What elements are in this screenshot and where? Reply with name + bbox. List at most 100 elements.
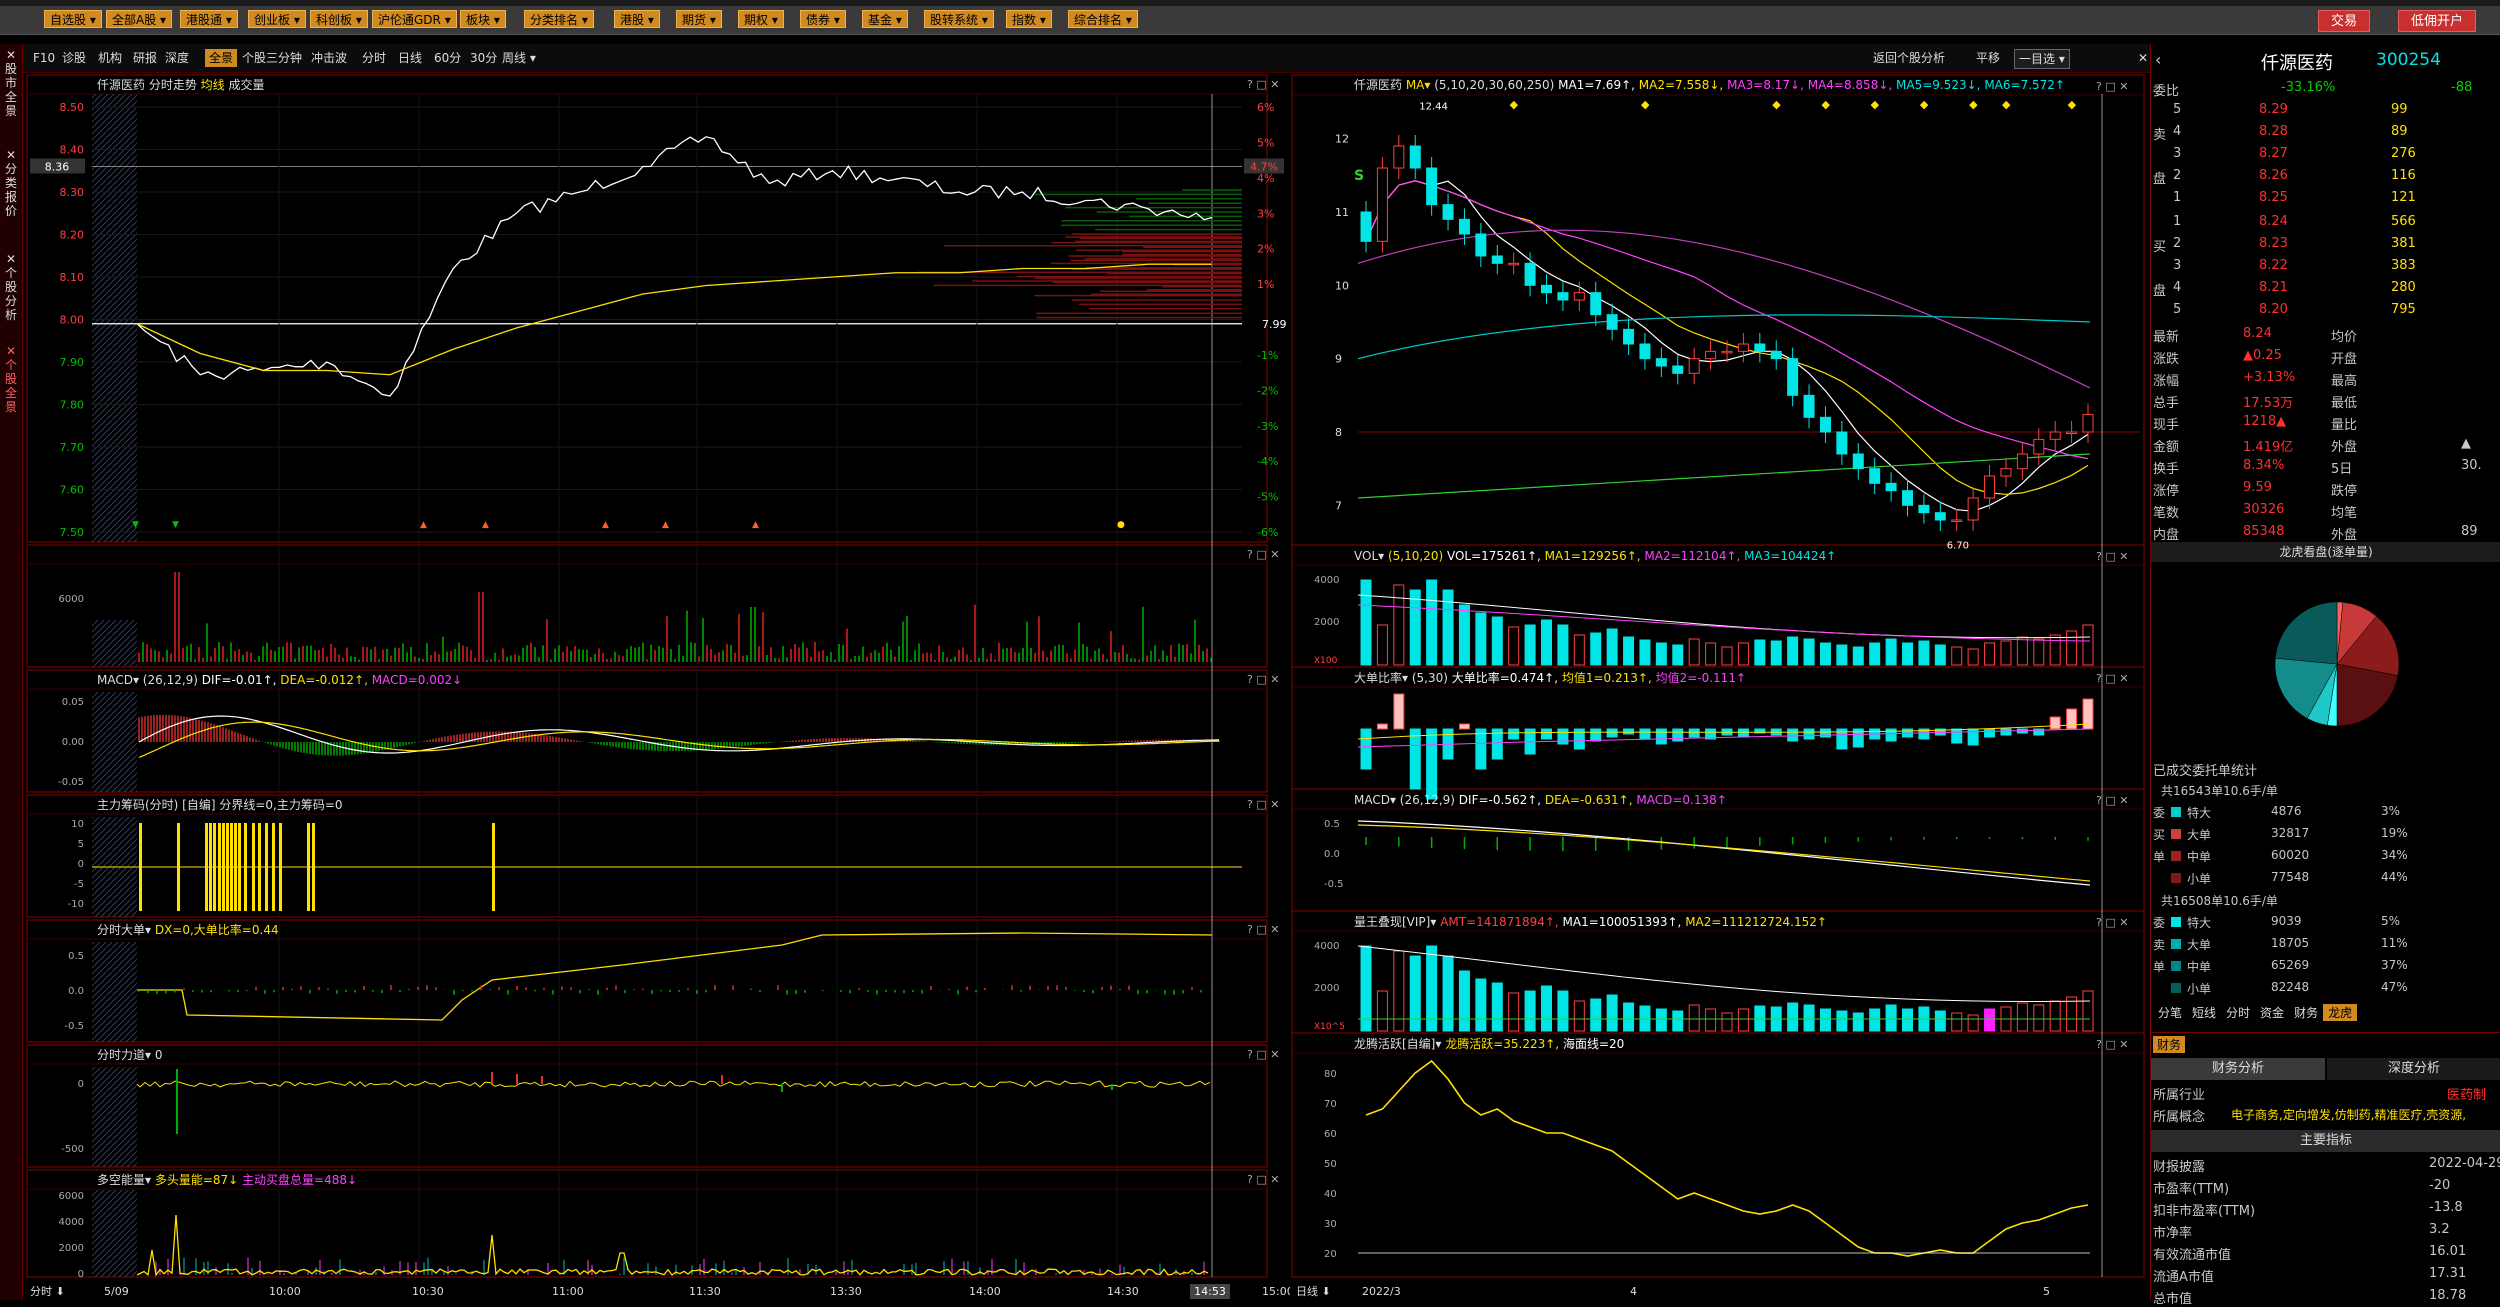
price-tick: 8.20 [60,229,85,242]
menu-button[interactable]: 指数 ▾ [1006,10,1052,28]
fin-label: 扣非市盈率(TTM) [2153,1204,2256,1219]
diamond-marker: ◆ [1969,98,1978,111]
quote-value: 1.419亿 [2243,440,2294,455]
panel-controls: ? □ ✕ [2096,550,2128,563]
sidebar-tab[interactable]: 资金 [2255,1004,2289,1021]
subbar-item[interactable]: 全景 [205,49,238,67]
subbar-item[interactable]: 机构 [98,49,122,67]
ask-vol: 99 [2391,102,2408,117]
zl-title: 主力筹码(分时) [自编] 分界线=0,主力筹码=0 [97,797,343,812]
sidebar-tab[interactable]: 分笔 [2153,1004,2187,1021]
selector-dropdown[interactable]: 一目选 ▾ [2014,49,2070,69]
menu-button[interactable]: 期货 ▾ [676,10,722,28]
group-count: 32817 [2271,826,2310,840]
quote-value: 8.24 [2243,326,2272,341]
menu-button[interactable]: 科创板 ▾ [310,10,368,28]
subbar-item[interactable]: F10 [33,49,55,67]
finance-tab[interactable]: 财务 [2153,1036,2186,1053]
menu-button[interactable]: 创业板 ▾ [248,10,306,28]
daily-macd-tick: 0.5 [1324,819,1340,830]
quote-label: 最低 [2331,396,2358,411]
left-tab[interactable]: ✕ 股 市 全 景 [1,48,21,118]
sidebar-tab[interactable]: 分时 [2221,1004,2255,1021]
quote-label: 最新 [2153,330,2180,345]
group-count: 18705 [2271,936,2310,950]
sidebar-tab[interactable]: 短线 [2187,1004,2221,1021]
menu-button[interactable]: 板块 ▾ [460,10,506,28]
legend-swatch [2171,807,2181,817]
concept-value: 电子商务,定向增发,仿制药,精准医疗,壳资源, [2231,1108,2467,1122]
menu-button[interactable]: 基金 ▾ [862,10,908,28]
diamond-marker: ◆ [1510,98,1519,111]
period-tab[interactable]: 60分 [434,49,461,67]
candle [1606,314,1618,330]
left-tab[interactable]: ✕ 分 类 报 价 [1,148,21,218]
stock-code: 300254 [2376,50,2441,70]
menu-button[interactable]: 港股 ▾ [614,10,660,28]
ask-vol: 116 [2391,168,2416,183]
menu-button[interactable]: 自选股 ▾ [44,10,102,28]
legend-swatch [2171,983,2181,993]
daily-chart-area[interactable]: ? □ ✕ ? □ ✕ ? □ ✕ ? □ ✕ ? □ ✕ ? □ ✕ 仟源医药 MA▾ (… [1290,72,2150,1300]
subbar-item[interactable]: 诊股 [62,49,86,67]
group-side-label: 买 [2153,828,2166,842]
price-tick: 7.80 [60,399,85,412]
close-icon[interactable]: ✕ [2138,49,2148,67]
sidebar-tab[interactable]: 财务 [2289,1004,2323,1021]
price-tick: 7.50 [60,526,85,539]
svg-text:0: 0 [78,1079,84,1090]
period-tab[interactable]: 日线 [398,49,422,67]
ask-vol: 89 [2391,124,2408,139]
menu-button[interactable]: 港股通 ▾ [180,10,238,28]
fin-label: 有效流通市值 [2153,1248,2232,1263]
bid-price: 8.20 [2259,302,2288,317]
menu-button[interactable]: 期权 ▾ [738,10,784,28]
quote-label: 内盘 [2153,528,2180,543]
menu-button[interactable]: 分类排名 ▾ [524,10,594,28]
subbar-item[interactable]: 研报 [133,49,157,67]
menu-button[interactable]: 沪伦通GDR ▾ [372,10,457,28]
dk-tick: 2000 [59,1243,84,1254]
trade-button[interactable]: 交易 [2318,10,2371,32]
period-tab[interactable]: 30分 [470,49,497,67]
back-chevron-icon[interactable]: ‹ [2155,50,2161,69]
deep-analysis-subtab[interactable]: 深度分析 [2327,1058,2500,1080]
menu-button[interactable]: 股转系统 ▾ [924,10,994,28]
quote-value: +3.13% [2243,370,2296,385]
subbar-item[interactable]: 个股三分钟 [242,49,302,67]
ask-level: 2 [2173,168,2182,183]
subbar-item[interactable]: 深度 [165,49,189,67]
low-mark: 6.70 [1947,540,1969,551]
period-tab[interactable]: 周线 ▾ [502,49,536,67]
left-tab[interactable]: ✕ 个 股 分 析 [1,252,21,322]
pct-tick: 4% [1257,172,1274,185]
open-account-button[interactable]: 低佣开户 [2398,10,2477,32]
candle [1508,262,1520,266]
svg-text:X10^5: X10^5 [1314,1022,1345,1032]
back-analysis-link[interactable]: 返回个股分析 [1873,49,1945,67]
subbar-item[interactable]: 冲击波 [311,49,347,67]
pan-toggle[interactable]: 平移 [1976,49,2000,67]
group-type: 大单 [2187,828,2212,842]
quote-label: 均笔 [2331,506,2358,521]
menu-button[interactable]: 全部A股 ▾ [106,10,173,28]
candle [1491,255,1503,264]
panel-controls: ? □ ✕ [2096,672,2128,685]
candle [2016,453,2028,470]
signal-marker: ▲ [602,520,609,530]
menu-button[interactable]: 综合排名 ▾ [1068,10,1138,28]
candle [1541,284,1552,294]
intraday-title: 仟源医药 分时走势 均线 成交量 [97,77,264,92]
period-tab[interactable]: 分时 [362,49,386,67]
intraday-chart-area[interactable]: ? □ ✕ ? □ ✕ ? □ ✕ ? □ ✕ ? □ ✕ ? □ ✕ ? □ ✕ 仟源医药 … [22,72,1290,1300]
sidebar-tab[interactable]: 龙虎 [2323,1004,2358,1021]
finance-subtab[interactable]: 财务分析 [2151,1058,2325,1080]
menu-button[interactable]: 债券 ▾ [800,10,846,28]
macd-tick: 0.00 [62,737,84,748]
candle [1885,482,1897,492]
left-tab[interactable]: ✕ 个 股 全 景 [1,344,21,414]
fin-label: 流通A市值 [2153,1270,2214,1285]
candle [1803,394,1815,418]
webi-diff: -88 [2451,80,2473,95]
bid-vol: 381 [2391,236,2416,251]
